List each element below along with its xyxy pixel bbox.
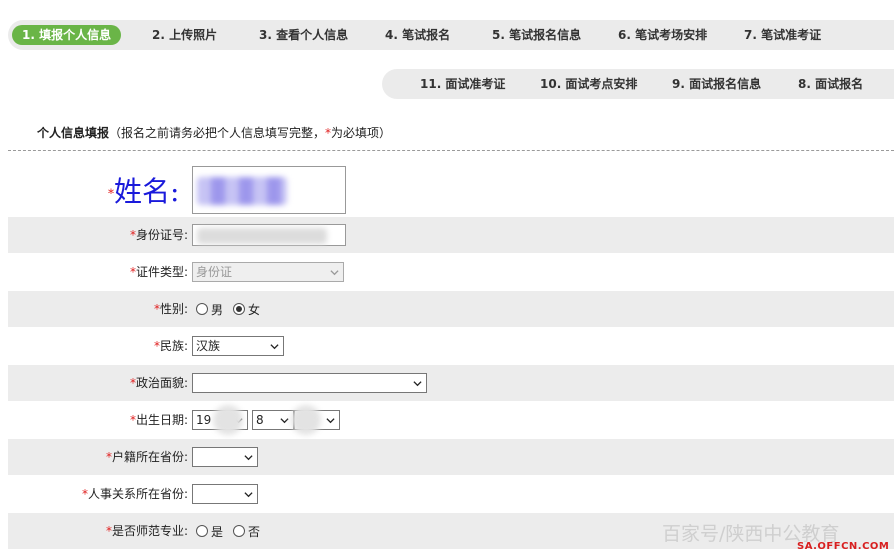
- cert-type-select: 身份证: [192, 262, 344, 282]
- teacher-major-label: *是否师范专业:: [105, 524, 188, 538]
- chevron-down-icon: [413, 381, 422, 387]
- id-number-row: *身份证号:: [8, 217, 894, 253]
- birth-year-blur: [213, 405, 243, 435]
- watermark-url: SA.OFFCN.COM: [797, 541, 890, 552]
- step-5-written-signup-info[interactable]: 5. 笔试报名信息: [492, 20, 581, 50]
- birth-date-label: *出生日期:: [129, 413, 188, 427]
- teacher-yes-radio[interactable]: [196, 525, 208, 537]
- section-title: 个人信息填报（报名之前请务必把个人信息填写完整，*为必填项）: [37, 124, 391, 141]
- gender-label: *性别:: [153, 302, 188, 316]
- step-bar-bottom: 11. 面试准考证 10. 面试考点安排 9. 面试报名信息 8. 面试报名: [382, 69, 894, 99]
- gender-female-radio[interactable]: [233, 303, 246, 315]
- id-number-label: *身份证号:: [129, 228, 188, 242]
- step-11-interview-admission[interactable]: 11. 面试准考证: [420, 69, 505, 99]
- step-bar-top: 1. 填报个人信息 2. 上传照片 3. 查看个人信息 4. 笔试报名 5. 笔…: [8, 20, 894, 50]
- political-status-row: *政治面貌:: [8, 365, 894, 401]
- name-label: *姓名:: [108, 170, 179, 210]
- hukou-province-select[interactable]: [192, 447, 258, 467]
- chevron-down-icon: [244, 455, 253, 461]
- ethnicity-label: *民族:: [153, 339, 188, 353]
- step-3-view-info[interactable]: 3. 查看个人信息: [259, 20, 348, 50]
- step-7-written-admission[interactable]: 7. 笔试准考证: [744, 20, 821, 50]
- birth-day-blur: [291, 405, 321, 435]
- ethnicity-select[interactable]: 汉族: [192, 336, 284, 356]
- gender-male-radio[interactable]: [196, 303, 208, 315]
- political-status-label: *政治面貌:: [129, 376, 188, 390]
- name-input[interactable]: [192, 166, 346, 214]
- hr-province-select[interactable]: [192, 484, 258, 504]
- gender-row: *性别: 男 女: [8, 291, 894, 327]
- birth-day-select[interactable]: [291, 405, 340, 435]
- cert-type-label: *证件类型:: [129, 265, 188, 279]
- step-9-interview-signup-info[interactable]: 9. 面试报名信息: [672, 69, 761, 99]
- chevron-down-icon: [270, 344, 279, 350]
- step-8-interview-signup[interactable]: 8. 面试报名: [798, 69, 863, 99]
- name-label-text: 姓名:: [114, 175, 180, 208]
- hr-province-label: *人事关系所在省份:: [81, 487, 188, 501]
- teacher-no-radio[interactable]: [233, 525, 246, 537]
- political-status-select[interactable]: [192, 373, 427, 393]
- step-6-written-exam-room[interactable]: 6. 笔试考场安排: [618, 20, 707, 50]
- birth-date-row: *出生日期: 19 8: [8, 402, 894, 438]
- id-number-blurred-value: [197, 228, 327, 244]
- chevron-down-icon: [244, 492, 253, 498]
- teacher-yes-label: 是: [211, 524, 224, 539]
- chevron-down-icon: [280, 418, 289, 424]
- birth-month-select[interactable]: 8: [252, 410, 294, 430]
- hukou-province-label: *户籍所在省份:: [105, 450, 188, 464]
- gender-female-label: 女: [248, 302, 261, 317]
- teacher-no-label: 否: [248, 524, 261, 539]
- chevron-down-icon: [330, 270, 339, 276]
- section-note-suffix: 为必填项）: [331, 126, 392, 140]
- step-2-upload-photo[interactable]: 2. 上传照片: [152, 20, 217, 50]
- step-1-fill-info[interactable]: 1. 填报个人信息: [12, 25, 122, 45]
- name-blurred-value: [197, 177, 287, 205]
- section-divider: [8, 150, 894, 151]
- hr-province-row: *人事关系所在省份:: [8, 476, 894, 512]
- ethnicity-row: *民族: 汉族: [8, 328, 894, 364]
- section-title-text: 个人信息填报: [37, 126, 110, 140]
- chevron-down-icon: [326, 418, 335, 424]
- hukou-province-row: *户籍所在省份:: [8, 439, 894, 475]
- section-note-prefix: （报名之前请务必把个人信息填写完整，: [109, 126, 326, 140]
- id-number-input[interactable]: [192, 224, 346, 246]
- step-10-interview-venue[interactable]: 10. 面试考点安排: [540, 69, 637, 99]
- step-4-written-signup[interactable]: 4. 笔试报名: [385, 20, 450, 50]
- birth-year-select[interactable]: 19: [192, 405, 248, 435]
- cert-type-row: *证件类型: 身份证: [8, 254, 894, 290]
- gender-male-label: 男: [211, 302, 224, 317]
